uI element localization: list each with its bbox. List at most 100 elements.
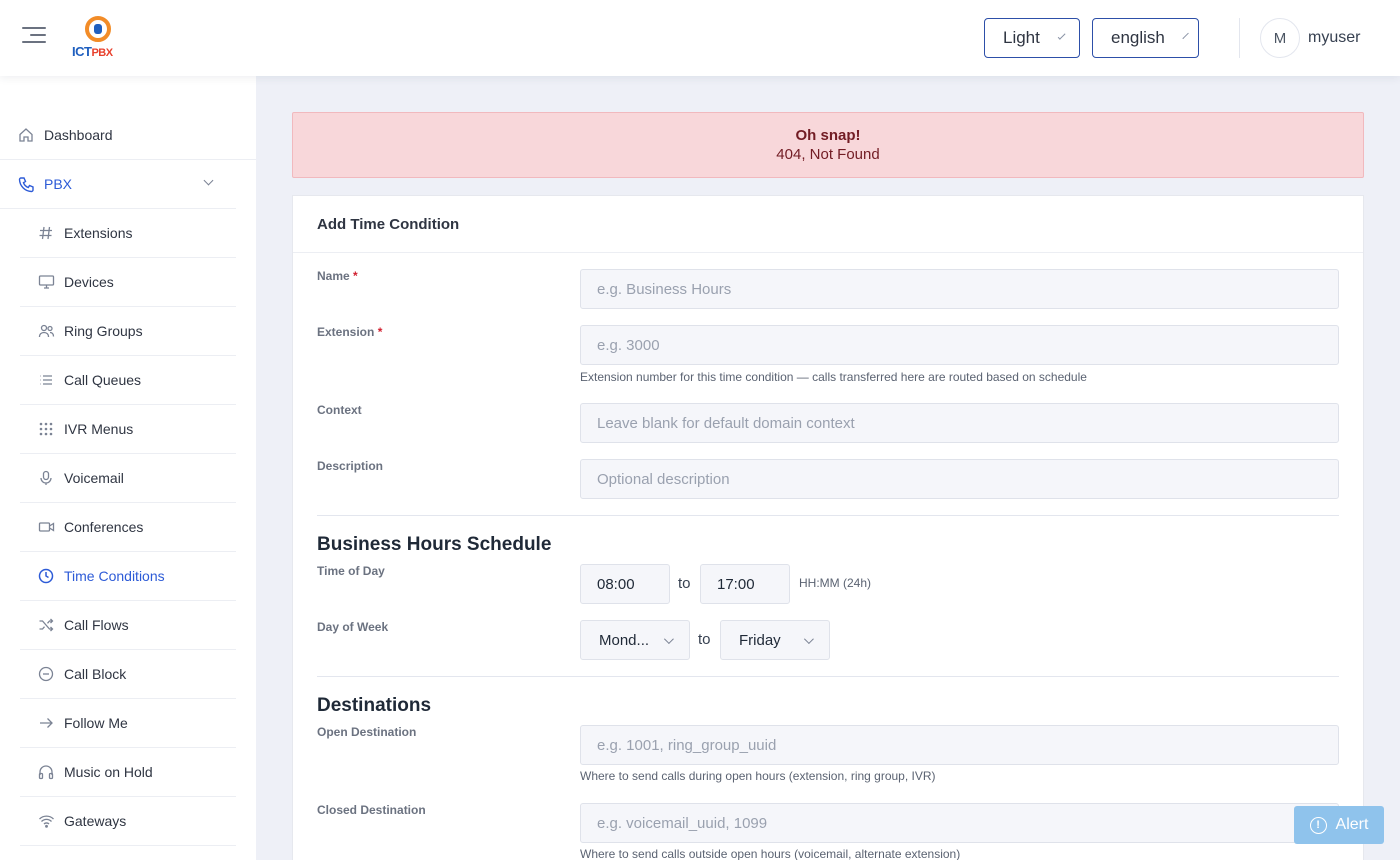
sidebar-item-label: PBX: [44, 176, 73, 192]
sidebar-item-pbx[interactable]: PBX: [0, 160, 236, 209]
sidebar-item-ivr-menus[interactable]: IVR Menus: [20, 405, 236, 454]
sidebar-item-time-conditions[interactable]: Time Conditions: [20, 552, 236, 601]
alert-button[interactable]: ! Alert: [1294, 806, 1384, 844]
extension-input[interactable]: [580, 325, 1339, 365]
day-of-week-label: Day of Week: [317, 620, 389, 634]
open-destination-help: Where to send calls during open hours (e…: [580, 769, 936, 783]
sidebar-item-label: Conferences: [64, 519, 144, 535]
sidebar-item-conferences[interactable]: Conferences: [20, 503, 236, 552]
video-icon: [37, 518, 55, 536]
alert-circle-icon: !: [1309, 816, 1327, 834]
chevron-down-icon: [803, 633, 814, 644]
time-format-hint: HH:MM (24h): [799, 576, 872, 590]
username[interactable]: myuser: [1308, 29, 1360, 47]
headphones-icon: [37, 763, 55, 781]
sidebar-item-extensions[interactable]: Extensions: [20, 209, 236, 258]
theme-select-value: Light: [1003, 28, 1040, 47]
open-destination-input[interactable]: [580, 725, 1339, 765]
time-end-input[interactable]: [700, 564, 790, 604]
sidebar-item-call-queues[interactable]: Call Queues: [20, 356, 236, 405]
time-of-day-label: Time of Day: [317, 564, 385, 578]
chevron-down-icon[interactable]: [203, 175, 214, 186]
chevron-down-icon: [1182, 32, 1189, 40]
sidebar-item-label: Devices: [64, 274, 114, 290]
closed-destination-help: Where to send calls outside open hours (…: [580, 847, 961, 860]
sidebar-item-label: Dashboard: [44, 127, 113, 143]
phone-icon: [17, 175, 35, 193]
sidebar-item-label: Call Block: [64, 666, 127, 682]
alert-button-label: Alert: [1335, 816, 1369, 833]
context-input[interactable]: [580, 403, 1339, 443]
shuffle-icon: [37, 616, 55, 634]
day-start-select[interactable]: Mond...: [580, 620, 690, 660]
language-select[interactable]: english: [1092, 18, 1199, 58]
hamburger-menu-icon[interactable]: [22, 27, 46, 49]
wifi-icon: [37, 812, 55, 830]
sidebar-item-call-flows[interactable]: Call Flows: [20, 601, 236, 650]
sidebar-item-ring-groups[interactable]: Ring Groups: [20, 307, 236, 356]
header-divider: [1239, 18, 1240, 58]
theme-select[interactable]: Light: [984, 18, 1080, 58]
day-start-value: Mond...: [599, 631, 650, 649]
language-select-value: english: [1111, 28, 1165, 47]
logo-mark-icon: [85, 16, 111, 42]
sidebar-item-label: Time Conditions: [64, 568, 165, 584]
day-end-select[interactable]: Friday: [720, 620, 830, 660]
time-start-input[interactable]: [580, 564, 670, 604]
chevron-down-icon: [663, 633, 674, 644]
destinations-section-title: Destinations: [317, 695, 432, 716]
sidebar-item-label: Music on Hold: [64, 764, 153, 780]
sidebar-item-voicemail[interactable]: Voicemail: [20, 454, 236, 503]
section-divider: [317, 676, 1339, 677]
required-mark: *: [377, 325, 383, 339]
sidebar-item-gateways[interactable]: Gateways: [20, 797, 236, 846]
sidebar-item-label: IVR Menus: [64, 421, 134, 437]
sidebar-item-dashboard[interactable]: Dashboard: [0, 111, 256, 160]
grid-icon: [37, 420, 55, 438]
sidebar-item-label: Extensions: [64, 225, 133, 241]
sidebar-item-call-block[interactable]: Call Block: [20, 650, 236, 699]
alert-message: 404, Not Found: [776, 146, 880, 163]
divider: [293, 252, 1363, 253]
microphone-icon: [37, 469, 55, 487]
top-header: ICTPBX Light english M myuser: [0, 0, 1400, 76]
required-mark: *: [353, 269, 358, 283]
name-input[interactable]: [580, 269, 1339, 309]
form-title: Add Time Condition: [317, 216, 460, 233]
chevron-down-icon: [1057, 31, 1066, 40]
sidebar-item-music-on-hold[interactable]: Music on Hold: [20, 748, 236, 797]
sidebar-item-devices[interactable]: Devices: [20, 258, 236, 307]
sidebar-item-follow-me[interactable]: Follow Me: [20, 699, 236, 748]
sidebar-item-label: Ring Groups: [64, 323, 143, 339]
description-input[interactable]: [580, 459, 1339, 499]
extension-help-text: Extension number for this time condition…: [580, 370, 1087, 384]
sidebar-item-label: Voicemail: [64, 470, 124, 486]
users-icon: [37, 322, 55, 340]
list-icon: [37, 371, 55, 389]
schedule-section-title: Business Hours Schedule: [317, 534, 552, 555]
description-label: Description: [317, 459, 384, 473]
closed-destination-input[interactable]: [580, 803, 1339, 843]
section-divider: [317, 515, 1339, 516]
sidebar-item-label: Follow Me: [64, 715, 128, 731]
closed-destination-label: Closed Destination: [317, 803, 426, 817]
minus-circle-icon: [37, 665, 55, 683]
time-condition-form-card: Add Time Condition Name * Extension * Ex…: [292, 195, 1364, 860]
context-label: Context: [317, 403, 362, 417]
to-label: to: [678, 575, 691, 592]
sidebar: Dashboard PBX Extensions Devices Ring Grou…: [0, 76, 256, 860]
clock-icon: [37, 567, 55, 585]
name-label: Name *: [317, 269, 358, 283]
alert-title: Oh snap!: [795, 127, 861, 144]
error-alert: Oh snap! 404, Not Found: [292, 112, 1364, 178]
avatar[interactable]: M: [1260, 18, 1300, 58]
sidebar-item-label: Gateways: [64, 813, 127, 829]
arrow-right-icon: [37, 714, 55, 732]
home-icon: [17, 126, 35, 144]
day-end-value: Friday: [739, 631, 781, 649]
open-destination-label: Open Destination: [317, 725, 417, 739]
sidebar-item-label: Call Queues: [64, 372, 142, 388]
ictpbx-logo[interactable]: ICTPBX: [70, 16, 126, 62]
extension-label: Extension *: [317, 325, 383, 339]
sidebar-item-label: Call Flows: [64, 617, 129, 633]
